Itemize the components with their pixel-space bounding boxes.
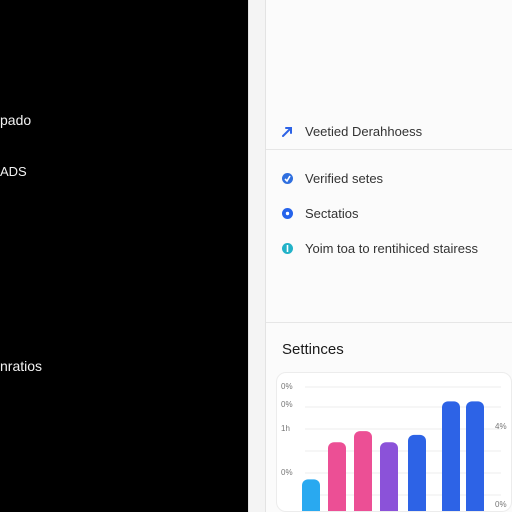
list-item-label: Yoim toa to rentihiced stairess [305,240,478,256]
bar-chart: 0% 0% 1h 0% 4% 0% [281,382,507,512]
list-header-label: Veetied Derahhoess [305,124,423,139]
chart-title: Settinces [282,341,344,358]
y2-tick-label: 0% [495,500,507,509]
section-divider [266,322,512,323]
y-tick-label: 0% [281,468,293,477]
left-dark-panel: pado ADS nratios [0,0,248,512]
bar[interactable] [380,442,398,512]
list-item[interactable]: Yoim toa to rentihiced stairess [266,232,512,264]
status-dot-icon [282,207,293,219]
panel-divider [248,0,266,512]
left-label-2[interactable]: ADS [0,164,27,180]
list-item-label: Sectatios [305,205,359,221]
bar[interactable] [442,401,460,512]
bar[interactable] [354,431,372,512]
bar[interactable] [328,442,346,512]
left-label-3[interactable]: nratios [0,358,42,374]
right-panel: Veetied Derahhoess Verified setes Sectat… [266,0,512,512]
bar[interactable] [466,401,484,512]
y-tick-label: 0% [281,400,293,409]
status-dot-icon [282,172,293,184]
left-label-1[interactable]: pado [0,112,31,128]
list-header[interactable]: Veetied Derahhoess [266,114,512,150]
top-blank-area [266,0,512,112]
arrow-icon [282,126,293,137]
bar[interactable] [408,434,426,512]
y-tick-label: 1h [281,424,290,433]
status-dot-icon [282,242,293,254]
list-item[interactable]: Verified setes [266,162,512,194]
bar[interactable] [302,479,320,512]
list-item[interactable]: Sectatios [266,197,512,229]
y-tick-label: 0% [281,382,293,391]
y2-tick-label: 4% [495,422,507,431]
bar-chart-card: 0% 0% 1h 0% 4% 0% [276,372,512,512]
screen: pado ADS nratios Veetied Derahhoess Veri… [0,0,512,512]
list-item-label: Verified setes [305,170,384,186]
